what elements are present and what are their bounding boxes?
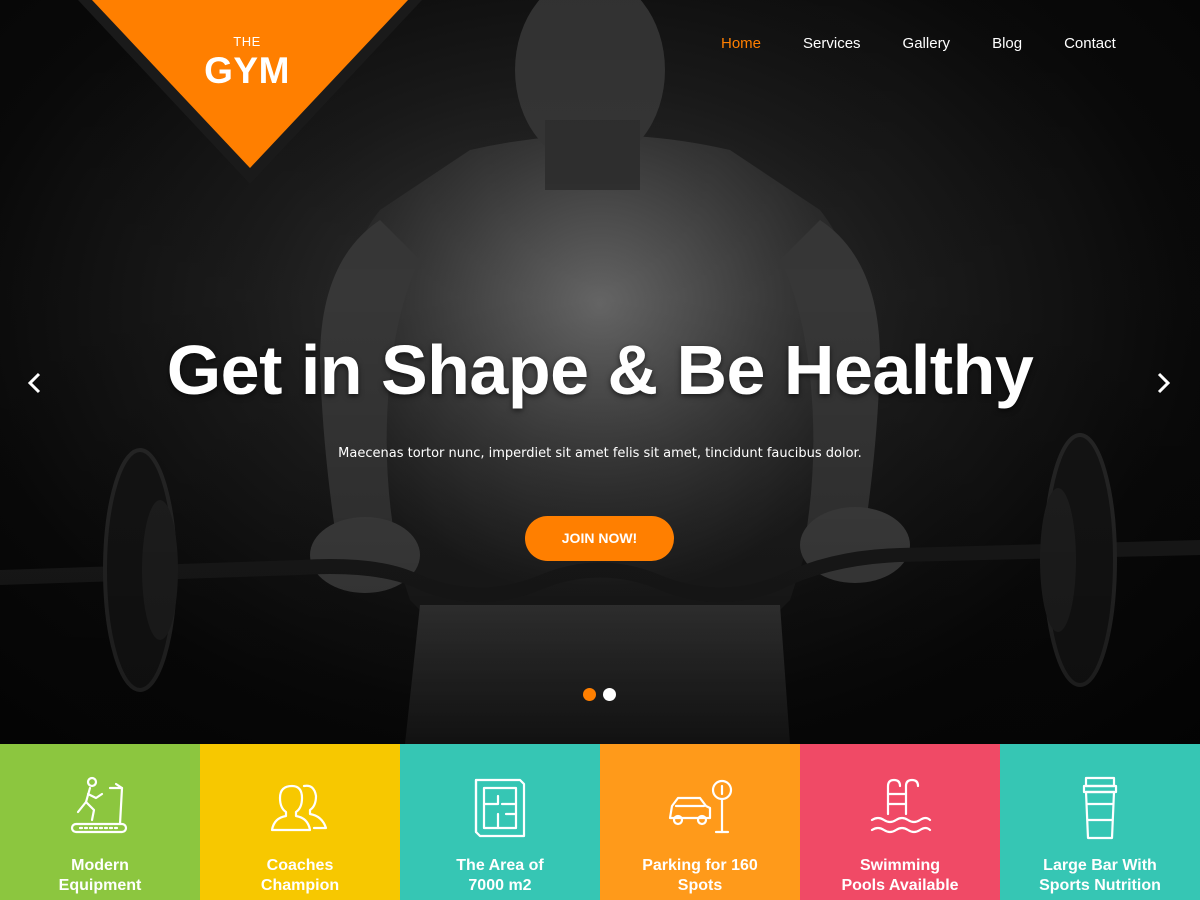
feature-label: Parking for 160 Spots bbox=[642, 857, 758, 894]
feature-modern-equipment: Modern Equipment bbox=[0, 744, 200, 900]
feature-swimming-pools: Swimming Pools Available bbox=[800, 744, 1000, 900]
slider-next-arrow-icon[interactable] bbox=[1148, 368, 1178, 398]
hero-title: Get in Shape & Be Healthy bbox=[166, 331, 1034, 409]
feature-area: The Area of 7000 m2 bbox=[400, 744, 600, 900]
feature-label: Large Bar With Sports Nutrition bbox=[1039, 857, 1161, 894]
parking-car-icon bbox=[668, 779, 733, 834]
nav-item-services[interactable]: Services bbox=[782, 34, 882, 54]
logo-top-text: THE bbox=[233, 34, 261, 49]
slider-dots bbox=[583, 688, 616, 701]
feature-label: The Area of 7000 m2 bbox=[456, 857, 544, 894]
floor-plan-icon bbox=[474, 778, 526, 838]
pool-ladder-icon bbox=[870, 778, 932, 834]
feature-label: Modern Equipment bbox=[58, 857, 142, 894]
feature-label: Swimming Pools Available bbox=[841, 857, 959, 894]
slider-dot-1[interactable] bbox=[583, 688, 596, 701]
join-now-button[interactable]: JOIN NOW! bbox=[525, 516, 674, 561]
feature-coaches-champion: Coaches Champion bbox=[200, 744, 400, 900]
slider-dot-2[interactable] bbox=[603, 688, 616, 701]
feature-parking: Parking for 160 Spots bbox=[600, 744, 800, 900]
nav-item-home[interactable]: Home bbox=[700, 34, 782, 54]
drink-cup-icon bbox=[1082, 776, 1118, 840]
hero-section: THE GYM Home Services Gallery Blog Conta… bbox=[0, 0, 1200, 744]
logo-main-text: GYM bbox=[204, 50, 290, 91]
treadmill-icon bbox=[70, 776, 128, 834]
slider-prev-arrow-icon[interactable] bbox=[20, 368, 50, 398]
site-logo[interactable]: THE GYM bbox=[78, 0, 422, 188]
users-icon bbox=[270, 784, 328, 832]
nav-item-blog[interactable]: Blog bbox=[971, 34, 1043, 54]
hero-subtitle: Maecenas tortor nunc, imperdiet sit amet… bbox=[338, 446, 862, 461]
feature-sports-bar: Large Bar With Sports Nutrition bbox=[1000, 744, 1200, 900]
nav-item-gallery[interactable]: Gallery bbox=[882, 34, 972, 54]
logo-badge-shape bbox=[78, 0, 422, 184]
features-strip: Modern Equipment Coaches Champion The Ar… bbox=[0, 744, 1200, 900]
nav-item-contact[interactable]: Contact bbox=[1043, 34, 1137, 54]
main-nav: Home Services Gallery Blog Contact bbox=[700, 34, 1137, 54]
feature-label: Coaches Champion bbox=[260, 857, 340, 894]
